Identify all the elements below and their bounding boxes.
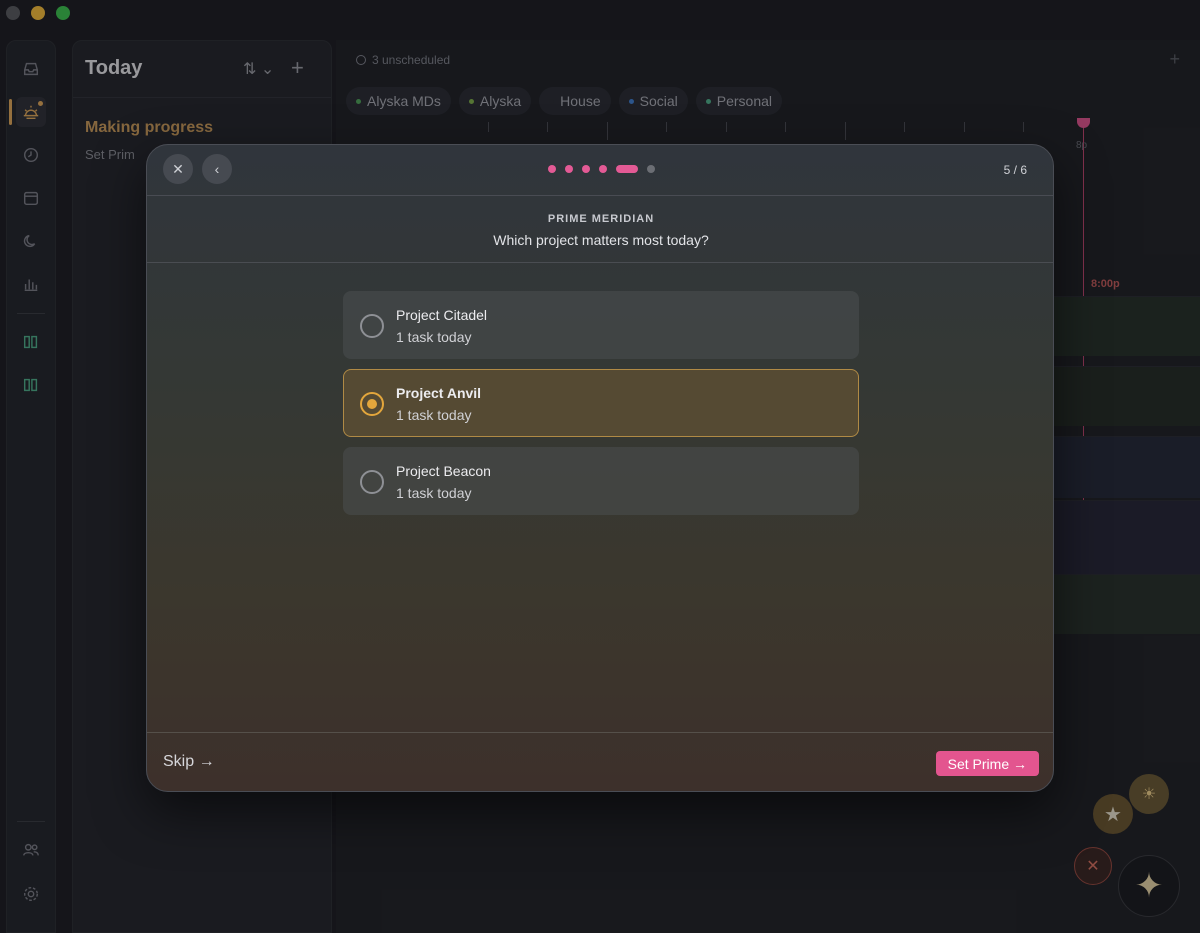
- option-project-citadel[interactable]: Project Citadel 1 task today: [343, 291, 859, 359]
- step-counter: 5 / 6: [1003, 163, 1027, 177]
- radio-button[interactable]: [360, 314, 384, 338]
- prime-meridian-dialog: ✕ ‹ 5 / 6 PRIME MERIDIAN Which project m…: [146, 144, 1054, 792]
- option-name: Project Anvil: [396, 385, 482, 401]
- option-project-anvil[interactable]: Project Anvil 1 task today: [343, 369, 859, 437]
- dialog-footer: Skip → Set Prime →: [147, 732, 1053, 791]
- progress-dot: [548, 165, 556, 173]
- progress-dot: [599, 165, 607, 173]
- progress-dot: [565, 165, 573, 173]
- option-subtitle: 1 task today: [396, 485, 472, 501]
- dialog-header: ✕ ‹ 5 / 6: [147, 145, 1053, 196]
- progress-dot-current: [616, 165, 638, 173]
- chevron-left-icon: ‹: [214, 161, 220, 177]
- radio-button-selected[interactable]: [360, 392, 384, 416]
- radio-fill: [367, 399, 377, 409]
- option-name: Project Beacon: [396, 463, 491, 479]
- progress-dot: [647, 165, 655, 173]
- dialog-question: Which project matters most today?: [493, 232, 709, 248]
- option-name: Project Citadel: [396, 307, 488, 323]
- dialog-eyebrow: PRIME MERIDIAN: [547, 213, 655, 225]
- question-header: PRIME MERIDIAN Which project matters mos…: [147, 197, 1053, 263]
- step-progress: [548, 165, 655, 173]
- option-subtitle: 1 task today: [396, 407, 472, 423]
- close-icon: ✕: [172, 160, 184, 177]
- skip-button[interactable]: Skip →: [163, 753, 215, 771]
- set-prime-button[interactable]: Set Prime →: [935, 751, 1039, 776]
- progress-dot: [582, 165, 590, 173]
- radio-button[interactable]: [360, 470, 384, 494]
- close-button[interactable]: ✕: [163, 154, 193, 184]
- back-button[interactable]: ‹: [202, 154, 232, 184]
- option-project-beacon[interactable]: Project Beacon 1 task today: [343, 447, 859, 515]
- option-subtitle: 1 task today: [396, 329, 472, 345]
- project-options: Project Citadel 1 task today Project Anv…: [343, 291, 859, 525]
